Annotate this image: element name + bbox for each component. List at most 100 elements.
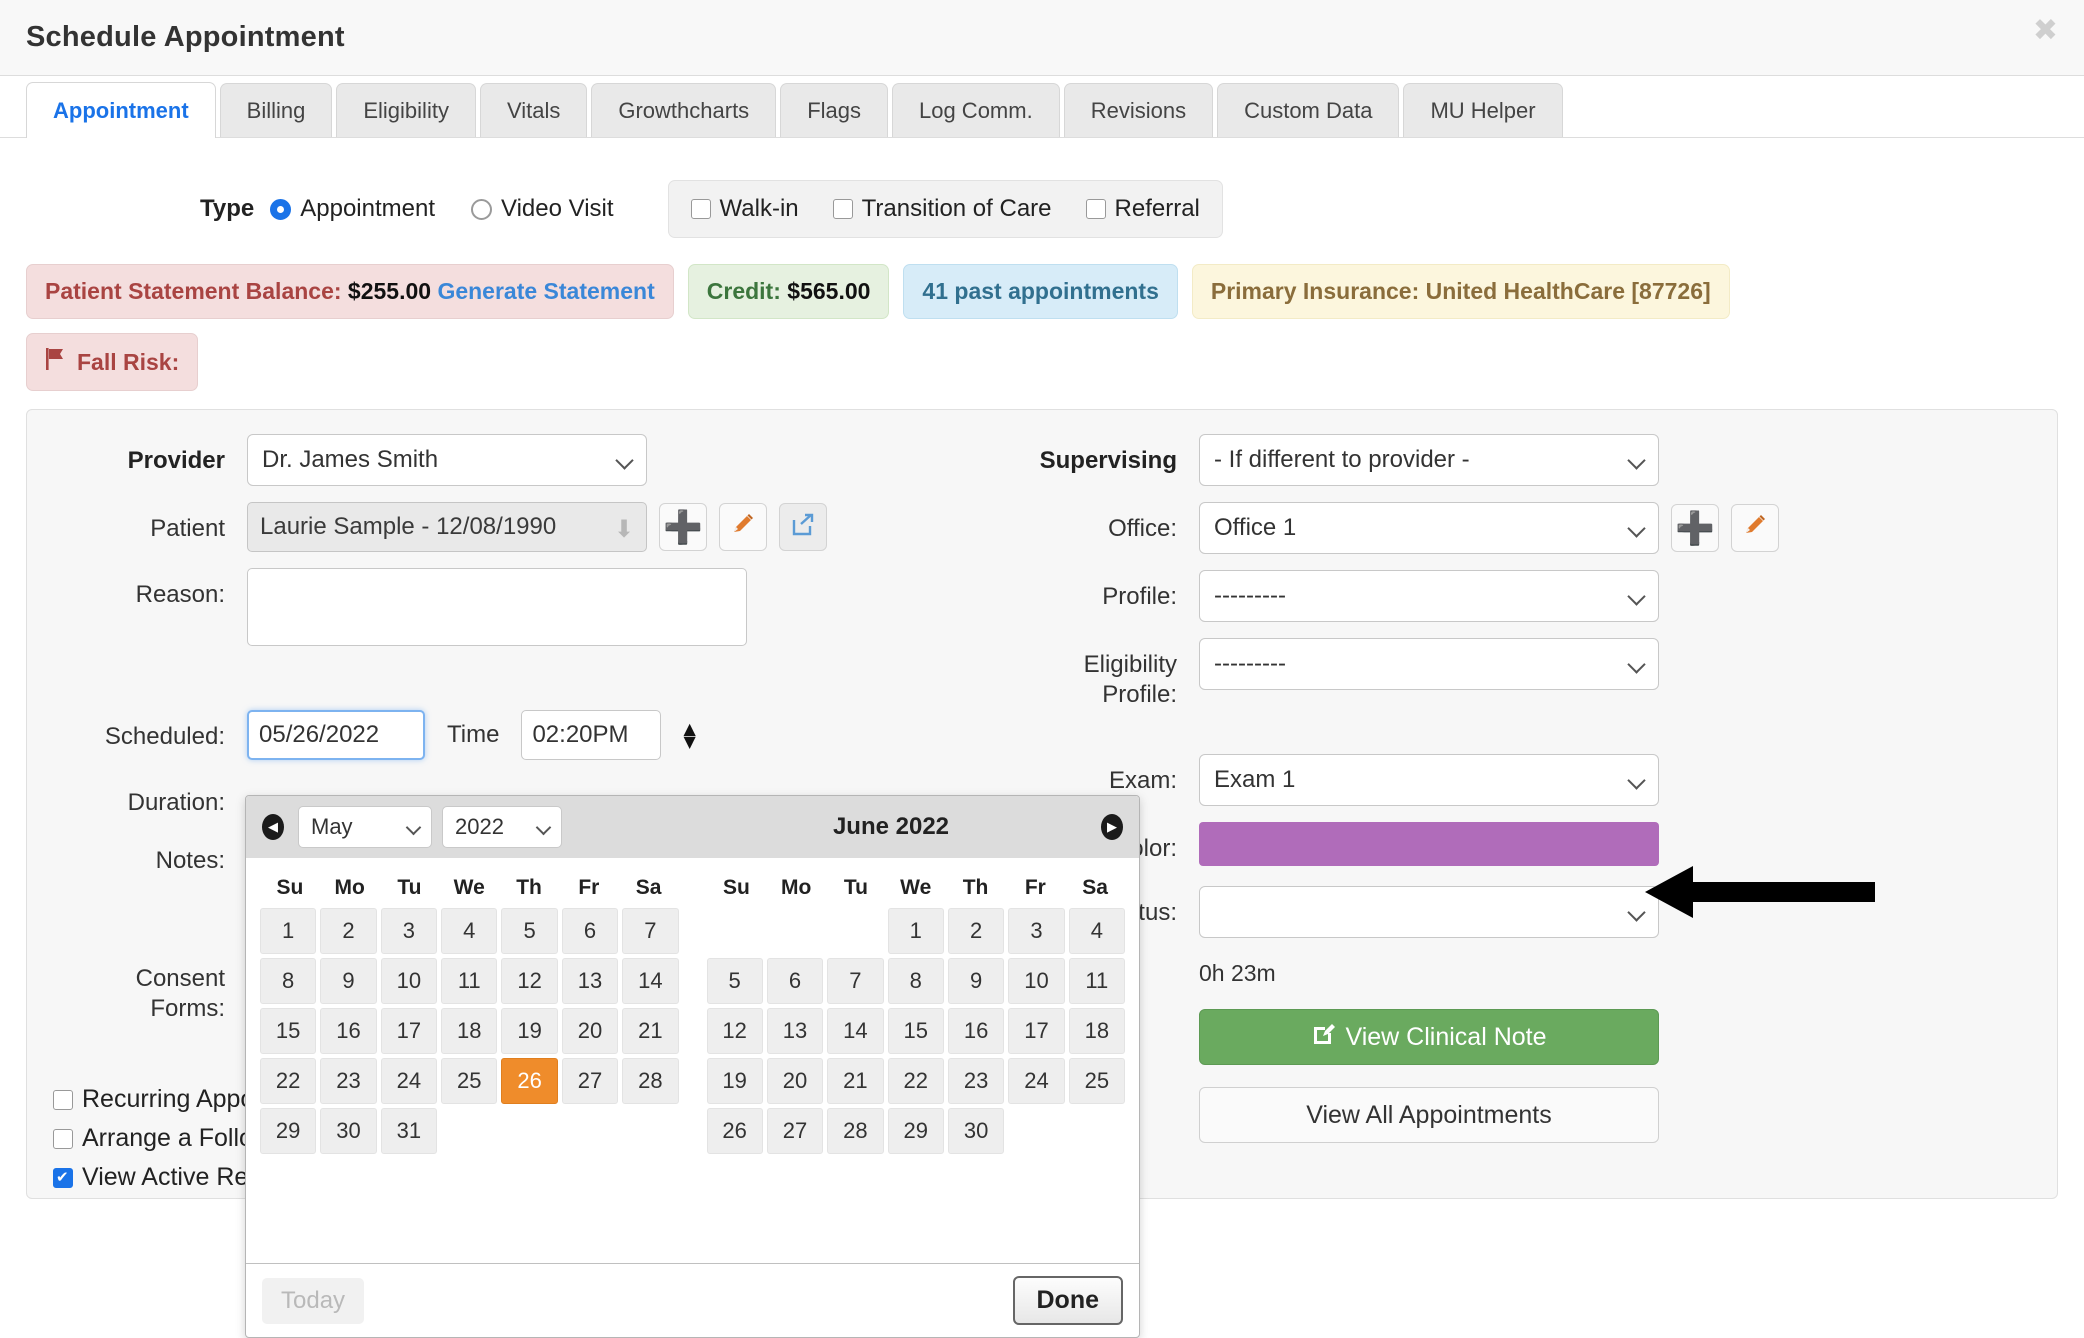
credit-banner[interactable]: Credit: $565.00 <box>687 264 890 319</box>
calendar-day[interactable]: 6 <box>766 958 824 1004</box>
calendar-day[interactable]: 7 <box>827 958 884 1004</box>
calendar-day[interactable]: 19 <box>706 1058 763 1104</box>
calendar-day[interactable]: 19 <box>501 1008 558 1054</box>
calendar-day[interactable]: 15 <box>260 1008 317 1054</box>
supervising-dropdown[interactable]: - If different to provider - <box>1199 434 1659 486</box>
appointment-color-swatch[interactable] <box>1199 822 1659 866</box>
calendar-day[interactable]: 13 <box>766 1008 824 1054</box>
calendar-day[interactable]: 21 <box>622 1008 679 1054</box>
calendar-day[interactable]: 2 <box>320 908 377 954</box>
tab-billing[interactable]: Billing <box>219 83 333 137</box>
office-dropdown[interactable]: Office 1 <box>1199 502 1659 554</box>
tab-eligibility[interactable]: Eligibility <box>336 83 476 137</box>
tab-appointment[interactable]: Appointment <box>26 82 216 138</box>
calendar-day[interactable]: 11 <box>441 958 498 1004</box>
edit-patient-button[interactable] <box>719 503 767 551</box>
radio-video-visit[interactable]: Video Visit <box>471 195 614 223</box>
calendar-day[interactable]: 30 <box>947 1108 1005 1154</box>
calendar-day[interactable]: 31 <box>380 1108 438 1154</box>
close-icon[interactable]: ✖ <box>2033 16 2058 46</box>
month-select[interactable]: May <box>298 806 432 848</box>
calendar-day[interactable]: 2 <box>947 908 1005 954</box>
year-select[interactable]: 2022 <box>442 806 562 848</box>
calendar-day[interactable]: 27 <box>766 1108 824 1154</box>
tab-revisions[interactable]: Revisions <box>1063 83 1214 137</box>
tab-log-comm[interactable]: Log Comm. <box>891 83 1060 137</box>
calendar-day[interactable]: 26 <box>706 1108 763 1154</box>
calendar-day[interactable]: 12 <box>706 1008 763 1054</box>
calendar-day[interactable]: 28 <box>827 1108 884 1154</box>
calendar-day[interactable]: 22 <box>887 1058 944 1104</box>
calendar-day[interactable]: 25 <box>1068 1058 1125 1104</box>
calendar-day[interactable]: 8 <box>260 958 317 1004</box>
calendar-day[interactable]: 15 <box>887 1008 944 1054</box>
share-patient-button[interactable] <box>779 503 827 551</box>
calendar-day[interactable]: 14 <box>622 958 679 1004</box>
calendar-day[interactable]: 17 <box>380 1008 438 1054</box>
radio-appointment[interactable]: Appointment <box>270 195 435 223</box>
status-dropdown[interactable] <box>1199 886 1659 938</box>
tab-growthcharts[interactable]: Growthcharts <box>591 83 777 137</box>
calendar-day[interactable]: 28 <box>622 1058 679 1104</box>
calendar-day[interactable]: 29 <box>260 1108 317 1154</box>
calendar-day[interactable]: 7 <box>622 908 679 954</box>
calendar-day[interactable]: 16 <box>320 1008 377 1054</box>
calendar-day[interactable]: 16 <box>947 1008 1005 1054</box>
past-appointments-banner[interactable]: 41 past appointments <box>903 264 1178 319</box>
calendar-day[interactable]: 5 <box>501 908 558 954</box>
tab-flags[interactable]: Flags <box>780 83 888 137</box>
generate-statement-link[interactable]: Generate Statement <box>437 278 654 304</box>
calendar-day[interactable]: 23 <box>947 1058 1005 1104</box>
time-spinner[interactable]: ▲ ▼ <box>683 721 695 750</box>
calendar-day[interactable]: 8 <box>887 958 944 1004</box>
calendar-day[interactable]: 18 <box>1068 1008 1125 1054</box>
exam-dropdown[interactable]: Exam 1 <box>1199 754 1659 806</box>
calendar-day[interactable]: 9 <box>320 958 377 1004</box>
primary-insurance-banner[interactable]: Primary Insurance: United HealthCare [87… <box>1191 264 1730 319</box>
calendar-day[interactable]: 21 <box>827 1058 884 1104</box>
add-patient-button[interactable]: ➕ <box>659 503 707 551</box>
calendar-day[interactable]: 30 <box>320 1108 377 1154</box>
statement-balance-banner[interactable]: Patient Statement Balance: $255.00 Gener… <box>26 264 674 319</box>
calendar-day[interactable]: 3 <box>1008 908 1065 954</box>
calendar-day[interactable]: 4 <box>1068 908 1125 954</box>
chevron-left-circle-icon[interactable]: ◀ <box>260 812 286 842</box>
calendar-day[interactable]: 10 <box>380 958 438 1004</box>
calendar-day[interactable]: 1 <box>887 908 944 954</box>
calendar-day-selected[interactable]: 26 <box>501 1058 558 1104</box>
add-office-button[interactable]: ➕ <box>1671 504 1719 552</box>
calendar-day[interactable]: 14 <box>827 1008 884 1054</box>
done-button[interactable]: Done <box>1012 1276 1123 1325</box>
provider-dropdown[interactable]: Dr. James Smith <box>247 434 647 486</box>
time-input[interactable] <box>521 710 662 760</box>
calendar-day[interactable]: 25 <box>441 1058 498 1104</box>
view-clinical-note-button[interactable]: View Clinical Note <box>1199 1009 1659 1065</box>
calendar-day[interactable]: 13 <box>561 958 619 1004</box>
calendar-day[interactable]: 4 <box>441 908 498 954</box>
calendar-day[interactable]: 1 <box>260 908 317 954</box>
calendar-day[interactable]: 6 <box>561 908 619 954</box>
tab-custom-data[interactable]: Custom Data <box>1217 83 1400 137</box>
calendar-day[interactable]: 24 <box>1008 1058 1065 1104</box>
calendar-day[interactable]: 22 <box>260 1058 317 1104</box>
scheduled-date-input[interactable] <box>247 710 425 760</box>
calendar-day[interactable]: 9 <box>947 958 1005 1004</box>
checkbox-transition-of-care[interactable]: Transition of Care <box>832 195 1052 223</box>
today-button[interactable]: Today <box>262 1277 365 1324</box>
checkbox-walk-in[interactable]: Walk-in <box>690 195 799 223</box>
calendar-day[interactable]: 29 <box>887 1108 944 1154</box>
calendar-day[interactable]: 24 <box>380 1058 438 1104</box>
fall-risk-banner[interactable]: Fall Risk: <box>26 333 199 391</box>
tab-vitals[interactable]: Vitals <box>479 83 588 137</box>
calendar-day[interactable]: 23 <box>320 1058 377 1104</box>
calendar-day[interactable]: 12 <box>501 958 558 1004</box>
calendar-day[interactable]: 27 <box>561 1058 619 1104</box>
reason-textarea[interactable] <box>247 568 747 646</box>
edit-office-button[interactable] <box>1731 504 1779 552</box>
patient-selector[interactable]: Laurie Sample - 12/08/1990 ⬇ <box>247 502 647 552</box>
calendar-day[interactable]: 17 <box>1008 1008 1065 1054</box>
calendar-day[interactable]: 20 <box>766 1058 824 1104</box>
profile-dropdown[interactable]: --------- <box>1199 570 1659 622</box>
calendar-day[interactable]: 20 <box>561 1008 619 1054</box>
calendar-day[interactable]: 18 <box>441 1008 498 1054</box>
